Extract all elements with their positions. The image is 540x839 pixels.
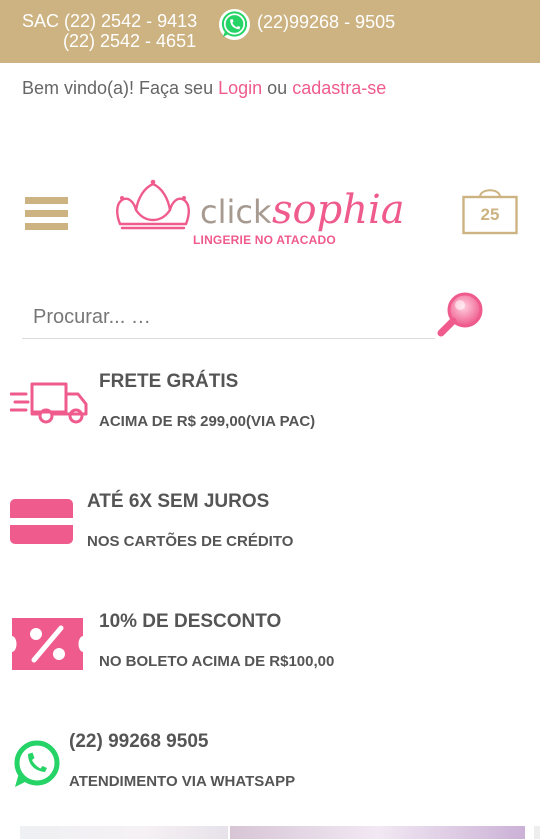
top-contact-bar: SAC (22) 2542 - 9413 (22) 2542 - 4651 (2… <box>0 0 540 63</box>
sac-label: SAC <box>22 11 60 31</box>
banner-image-1[interactable] <box>20 826 228 839</box>
banner-image-2[interactable] <box>230 826 525 839</box>
feature-subtitle-installments: NOS CARTÕES DE CRÉDITO <box>87 533 294 550</box>
discount-ticket-icon <box>12 618 83 670</box>
cart-count-badge[interactable]: 25 <box>462 205 518 225</box>
whatsapp-icon <box>218 8 251 41</box>
register-link[interactable]: cadastra-se <box>292 78 386 98</box>
hamburger-menu-button[interactable] <box>25 197 68 231</box>
logo-word-sophia: sophia <box>272 187 405 233</box>
feature-subtitle-whatsapp: ATENDIMENTO VIA WHATSAPP <box>69 773 296 790</box>
delivery-truck-icon <box>10 382 88 424</box>
sac-phone-1[interactable]: (22) 2542 - 9413 <box>64 11 197 31</box>
feature-subtitle-discount: NO BOLETO ACIMA DE R$100,00 <box>99 653 335 670</box>
sac-phone-2[interactable]: (22) 2542 - 4651 <box>63 31 196 51</box>
credit-card-icon <box>10 499 73 544</box>
banner-image-3[interactable] <box>534 826 540 839</box>
whatsapp-number[interactable]: (22)99268 - 9505 <box>257 12 395 33</box>
feature-title-installments: ATÉ 6X SEM JUROS <box>87 491 270 512</box>
feature-title-whatsapp[interactable]: (22) 99268 9505 <box>69 731 208 753</box>
logo-tagline: LINGERIE NO ATACADO <box>193 233 336 247</box>
search-input[interactable] <box>22 296 435 339</box>
hamburger-icon <box>25 197 68 204</box>
sac-phones: SAC (22) 2542 - 9413 (22) 2542 - 4651 <box>22 11 197 51</box>
banner-carousel[interactable] <box>0 826 540 839</box>
whatsapp-icon <box>14 740 60 787</box>
welcome-text: Bem vindo(a)! Faça seu <box>22 78 214 98</box>
login-link[interactable]: Login <box>218 78 262 98</box>
search-icon[interactable] <box>436 290 486 340</box>
welcome-message: Bem vindo(a)! Faça seu Login ou cadastra… <box>22 78 386 99</box>
feature-title-free-shipping: FRETE GRÁTIS <box>99 371 239 392</box>
feature-subtitle-free-shipping: ACIMA DE R$ 299,00(VIA PAC) <box>99 413 316 430</box>
or-text: ou <box>267 78 288 98</box>
feature-title-discount: 10% DE DESCONTO <box>99 611 282 632</box>
logo-word-click: click <box>200 193 272 231</box>
